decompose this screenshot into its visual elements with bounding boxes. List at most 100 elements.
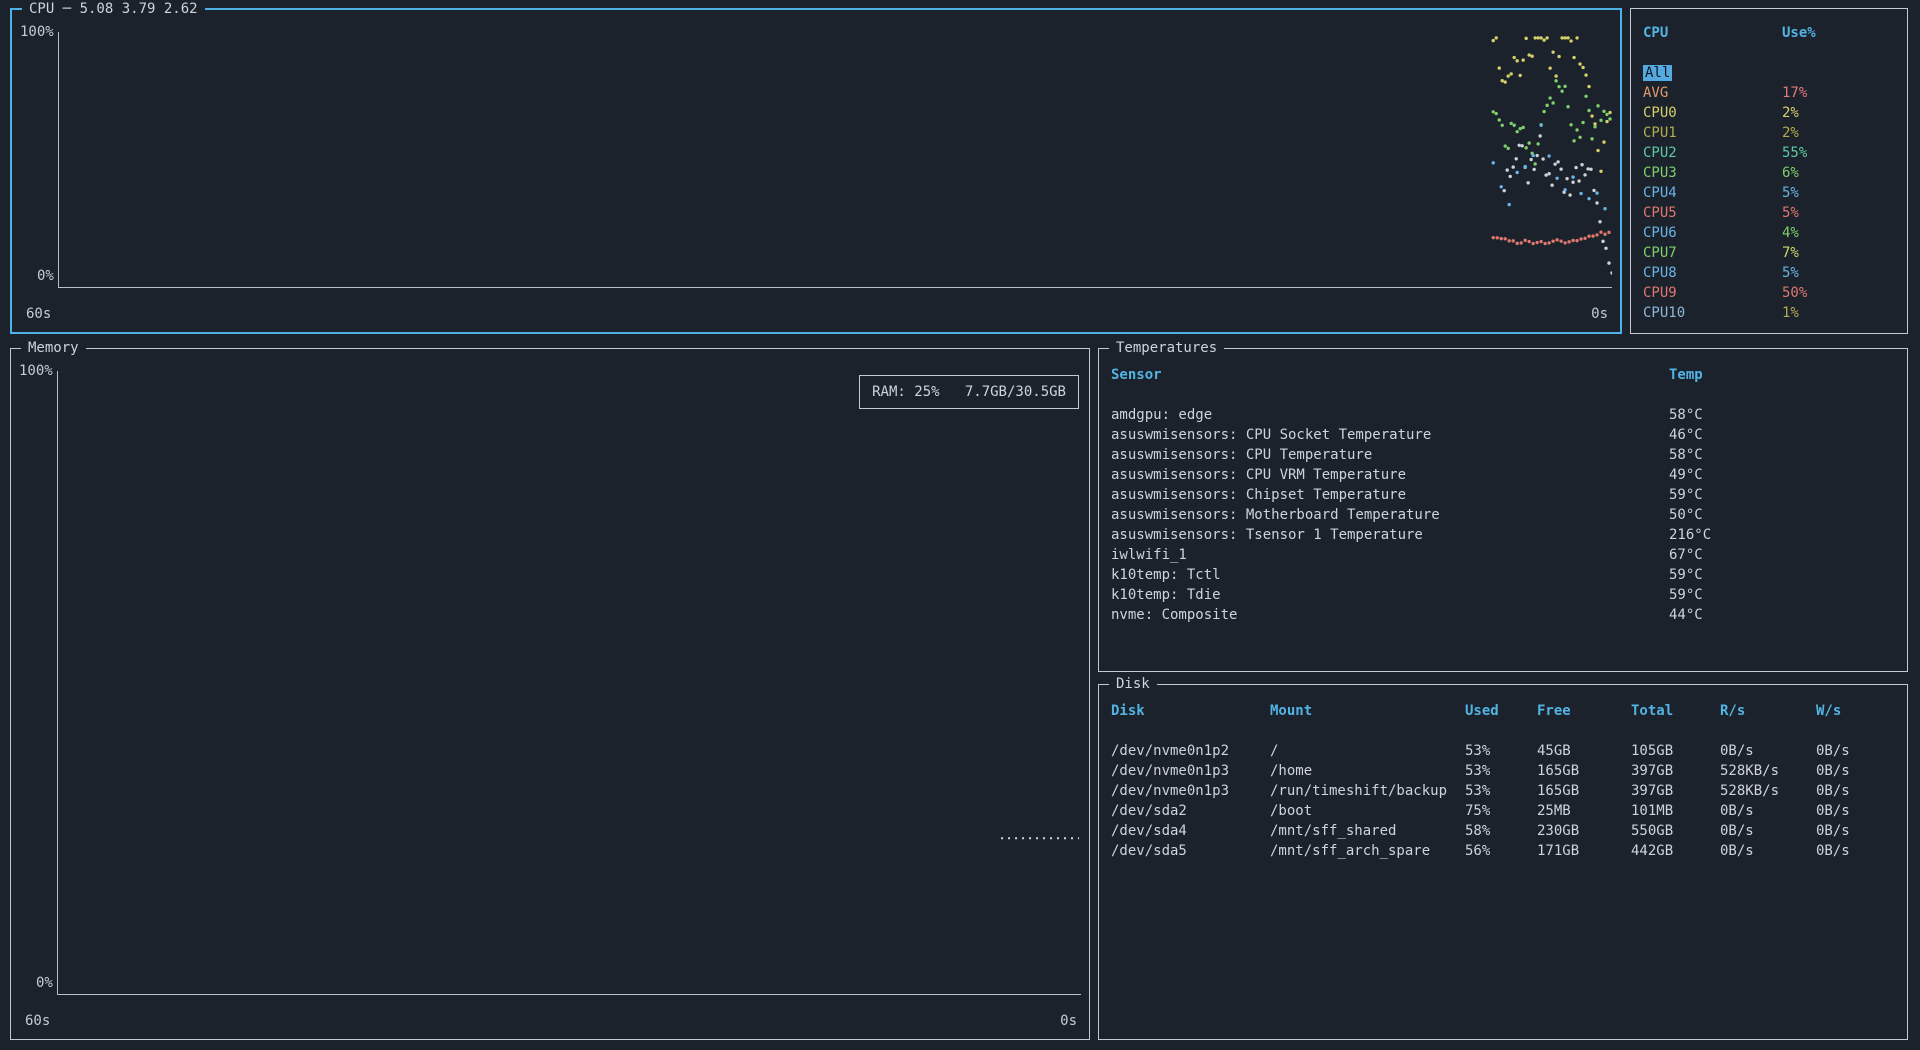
disk-read-rate: 528KB/s — [1720, 781, 1816, 801]
cpu-row[interactable]: AVG17% — [1643, 83, 1895, 103]
cpu-row[interactable]: CPU55% — [1643, 203, 1895, 223]
sensor-name: k10temp: Tctl — [1111, 565, 1669, 585]
temperature-row: nvme: Composite44°C — [1111, 605, 1895, 625]
cpu-row[interactable]: CPU36% — [1643, 163, 1895, 183]
cpu-row-label: CPU2 — [1643, 143, 1782, 163]
system-monitor-app: { "colors": { "bg": "#1b222c", "panel_bo… — [0, 0, 1920, 1050]
sensor-name: asuswmisensors: Chipset Temperature — [1111, 485, 1669, 505]
sensor-temp: 216°C — [1669, 525, 1895, 545]
disk-used: 75% — [1465, 801, 1537, 821]
cpu-row-value: 5% — [1782, 183, 1895, 203]
cpu-row[interactable]: CPU64% — [1643, 223, 1895, 243]
use-column-header: Use% — [1782, 23, 1895, 43]
cpu-row[interactable]: CPU950% — [1643, 283, 1895, 303]
cpu-row[interactable]: CPU12% — [1643, 123, 1895, 143]
cpu-y-axis-min: 0% — [37, 268, 54, 284]
disk-device: /dev/sda2 — [1111, 801, 1270, 821]
disk-write-rate: 0B/s — [1816, 801, 1895, 821]
cpu-row-value: 50% — [1782, 283, 1895, 303]
disk-write-rate: 0B/s — [1816, 781, 1895, 801]
disk-read-rate: 528KB/s — [1720, 761, 1816, 781]
memory-graph-area — [57, 371, 1081, 995]
disk-read-rate: 0B/s — [1720, 801, 1816, 821]
sensor-temp: 59°C — [1669, 485, 1895, 505]
cpu-row[interactable]: CPU255% — [1643, 143, 1895, 163]
disk-table-header: Disk Mount Used Free Total R/s W/s — [1111, 701, 1895, 721]
sensor-temp: 44°C — [1669, 605, 1895, 625]
free-column-header: Free — [1537, 701, 1631, 721]
cpu-y-axis-max: 100% — [20, 24, 54, 40]
cpu-row-label: CPU5 — [1643, 203, 1782, 223]
read-rate-column-header: R/s — [1720, 701, 1816, 721]
disk-row: /dev/sda5/mnt/sff_arch_spare56%171GB442G… — [1111, 841, 1895, 861]
cpu-row-label: CPU10 — [1643, 303, 1782, 323]
cpu-row-value: 2% — [1782, 123, 1895, 143]
disk-row: /dev/sda4/mnt/sff_shared58%230GB550GB0B/… — [1111, 821, 1895, 841]
disk-mount: /boot — [1270, 801, 1465, 821]
cpu-row-label: CPU7 — [1643, 243, 1782, 263]
cpu-row[interactable]: CPU02% — [1643, 103, 1895, 123]
temperature-row: asuswmisensors: Chipset Temperature59°C — [1111, 485, 1895, 505]
cpu-graph-panel[interactable]: CPU ─ 5.08 3.79 2.62 100% 0% 60s 0s — [10, 8, 1622, 334]
cpu-row-label: CPU4 — [1643, 183, 1782, 203]
temperature-row: iwlwifi_167°C — [1111, 545, 1895, 565]
memory-panel[interactable]: Memory RAM: 25% 7.7GB/30.5GB 100% 0% 60s… — [10, 348, 1090, 1040]
temperature-row: amdgpu: edge58°C — [1111, 405, 1895, 425]
cpu-row-label: CPU1 — [1643, 123, 1782, 143]
cpu-row[interactable]: CPU101% — [1643, 303, 1895, 323]
disk-used: 53% — [1465, 741, 1537, 761]
disk-device: /dev/nvme0n1p3 — [1111, 781, 1270, 801]
cpu-row-value: 1% — [1782, 303, 1895, 323]
cpu-row[interactable]: CPU77% — [1643, 243, 1895, 263]
cpu-row[interactable]: CPU85% — [1643, 263, 1895, 283]
cpu-graph-area — [58, 32, 1612, 288]
sensor-name: iwlwifi_1 — [1111, 545, 1669, 565]
disk-mount: /run/timeshift/backup — [1270, 781, 1465, 801]
disk-write-rate: 0B/s — [1816, 741, 1895, 761]
sensor-temp: 46°C — [1669, 425, 1895, 445]
disk-column-header: Disk — [1111, 701, 1270, 721]
sensor-name: asuswmisensors: CPU Temperature — [1111, 445, 1669, 465]
disk-device: /dev/nvme0n1p2 — [1111, 741, 1270, 761]
disk-rows: /dev/nvme0n1p2/53%45GB105GB0B/s0B/s/dev/… — [1111, 741, 1895, 861]
cpu-row-value: 7% — [1782, 243, 1895, 263]
disk-read-rate: 0B/s — [1720, 821, 1816, 841]
sensor-name: k10temp: Tdie — [1111, 585, 1669, 605]
sensor-temp: 58°C — [1669, 445, 1895, 465]
disk-free: 230GB — [1537, 821, 1631, 841]
disk-mount: /mnt/sff_shared — [1270, 821, 1465, 841]
disk-mount: /home — [1270, 761, 1465, 781]
cpu-row-label: CPU8 — [1643, 263, 1782, 283]
sensor-temp: 67°C — [1669, 545, 1895, 565]
temperatures-table-header: Sensor Temp — [1111, 365, 1895, 385]
temperature-row: asuswmisensors: Motherboard Temperature5… — [1111, 505, 1895, 525]
cpu-row-all[interactable]: All — [1643, 63, 1895, 83]
disk-mount: /mnt/sff_arch_spare — [1270, 841, 1465, 861]
temperatures-panel[interactable]: Temperatures Sensor Temp amdgpu: edge58°… — [1098, 348, 1908, 672]
disk-table: Disk Mount Used Free Total R/s W/s /dev/… — [1099, 685, 1907, 1039]
disk-free: 25MB — [1537, 801, 1631, 821]
disk-panel[interactable]: Disk Disk Mount Used Free Total R/s W/s … — [1098, 684, 1908, 1040]
temp-column-header: Temp — [1669, 365, 1895, 385]
memory-y-axis-min: 0% — [36, 975, 53, 991]
temperature-row: asuswmisensors: CPU VRM Temperature49°C — [1111, 465, 1895, 485]
cpu-row-value: 5% — [1782, 203, 1895, 223]
sensor-name: amdgpu: edge — [1111, 405, 1669, 425]
cpu-x-axis-right: 0s — [1591, 306, 1608, 322]
disk-row: /dev/nvme0n1p3/run/timeshift/backup53%16… — [1111, 781, 1895, 801]
disk-used: 53% — [1465, 761, 1537, 781]
disk-write-rate: 0B/s — [1816, 821, 1895, 841]
disk-write-rate: 0B/s — [1816, 841, 1895, 861]
sensor-temp: 58°C — [1669, 405, 1895, 425]
sensor-name: nvme: Composite — [1111, 605, 1669, 625]
memory-panel-title: Memory — [21, 339, 86, 357]
disk-total: 397GB — [1631, 761, 1720, 781]
cpu-graph-dots — [59, 32, 1612, 287]
cpu-row-value: 17% — [1782, 83, 1895, 103]
cpu-usage-table-panel[interactable]: CPU Use% All AVG17%CPU02%CPU12%CPU255%CP… — [1630, 8, 1908, 334]
cpu-table-header: CPU Use% — [1643, 23, 1895, 43]
mount-column-header: Mount — [1270, 701, 1465, 721]
disk-read-rate: 0B/s — [1720, 841, 1816, 861]
sensor-name: asuswmisensors: CPU Socket Temperature — [1111, 425, 1669, 445]
cpu-row[interactable]: CPU45% — [1643, 183, 1895, 203]
